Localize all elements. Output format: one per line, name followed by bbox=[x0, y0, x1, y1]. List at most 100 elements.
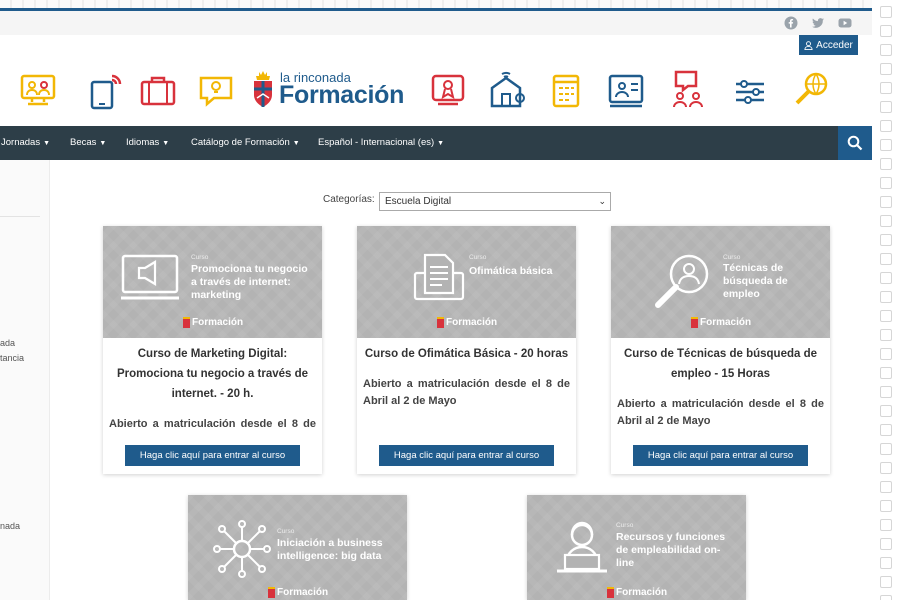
decorative-glyph bbox=[880, 462, 892, 474]
facebook-icon[interactable] bbox=[784, 16, 798, 30]
calendar-icon[interactable] bbox=[546, 70, 586, 110]
youtube-icon[interactable] bbox=[838, 16, 852, 30]
course-image[interactable]: Curso Recursos y funciones de empleabili… bbox=[527, 495, 746, 600]
card-kicker: Curso bbox=[191, 254, 209, 261]
decorative-glyph bbox=[880, 500, 892, 512]
nav-label: Jornadas bbox=[1, 137, 41, 148]
nav-item-idiomas[interactable]: Idiomas ▼ bbox=[126, 126, 169, 160]
laptop-user-icon bbox=[553, 519, 611, 575]
sidebar-fragment[interactable]: tancia bbox=[0, 353, 24, 363]
caret-down-icon: ▼ bbox=[437, 140, 445, 147]
course-image[interactable]: Curso Promociona tu negocio a través de … bbox=[103, 226, 322, 338]
sidebar bbox=[0, 160, 50, 600]
twitter-icon[interactable] bbox=[811, 16, 825, 30]
video-conference-icon[interactable] bbox=[18, 70, 58, 110]
card-description: Abierto a matriculación desde el 8 de Ab… bbox=[617, 398, 824, 427]
nav-item-jornadas[interactable]: Jornadas ▼ bbox=[1, 126, 50, 160]
card-kicker: Curso bbox=[277, 528, 295, 535]
card-brand-text: Formación bbox=[446, 317, 498, 328]
decorative-glyph bbox=[880, 177, 892, 189]
enter-course-button[interactable]: Haga clic aquí para entrar al curso bbox=[379, 445, 554, 466]
card-brand: Formación bbox=[268, 587, 328, 598]
decorative-glyph bbox=[880, 576, 892, 588]
logo-main-text: Formación bbox=[279, 81, 405, 109]
user-icon bbox=[804, 40, 813, 50]
decorative-glyph bbox=[880, 557, 892, 569]
card-brand: Formación bbox=[607, 587, 667, 598]
lightbulb-chat-icon[interactable] bbox=[196, 70, 236, 110]
site-logo[interactable]: la rinconada Formación bbox=[252, 68, 414, 112]
decorative-glyph bbox=[880, 6, 892, 18]
decorative-glyph bbox=[880, 215, 892, 227]
nav-label: Español - Internacional (es) bbox=[318, 137, 435, 148]
nav-item-becas[interactable]: Becas ▼ bbox=[70, 126, 106, 160]
card-brand-text: Formación bbox=[616, 587, 668, 598]
sidebar-divider bbox=[0, 216, 40, 217]
card-brand-text: Formación bbox=[700, 317, 752, 328]
caret-down-icon: ▼ bbox=[43, 140, 51, 147]
decorative-glyph bbox=[880, 63, 892, 75]
category-select[interactable]: Escuela Digital ⌄ bbox=[379, 192, 611, 211]
login-button[interactable]: Acceder bbox=[799, 35, 858, 55]
login-label: Acceder bbox=[816, 39, 853, 51]
service-icon-row bbox=[0, 70, 872, 116]
course-image[interactable]: Curso Ofimática básica Formación bbox=[357, 226, 576, 338]
top-pattern bbox=[0, 0, 872, 8]
card-title: Curso de Ofimática Básica - 20 horas bbox=[364, 348, 569, 360]
nav-label: Idiomas bbox=[126, 137, 160, 148]
enter-course-button[interactable]: Haga clic aquí para entrar al curso bbox=[633, 445, 808, 466]
nav-item-catalogo[interactable]: Catálogo de Formación ▼ bbox=[191, 126, 300, 160]
decorative-glyph bbox=[880, 595, 892, 600]
decorative-glyph bbox=[880, 120, 892, 132]
decorative-glyph bbox=[880, 367, 892, 379]
decorative-glyph bbox=[880, 44, 892, 56]
course-card: Curso Promociona tu negocio a través de … bbox=[103, 226, 322, 474]
nav-item-language[interactable]: Español - Internacional (es) ▼ bbox=[318, 126, 444, 160]
card-brand: Formación bbox=[437, 317, 497, 328]
network-icon bbox=[212, 519, 272, 579]
certificate-icon[interactable] bbox=[428, 70, 468, 110]
decorative-glyph bbox=[880, 519, 892, 531]
card-title: Curso de Técnicas de búsqueda de empleo … bbox=[624, 348, 817, 380]
social-bar bbox=[0, 11, 872, 35]
megaphone-icon bbox=[121, 254, 179, 302]
sidebar-fragment[interactable]: nada bbox=[0, 521, 20, 531]
decorative-glyph bbox=[880, 538, 892, 550]
search-icon bbox=[847, 135, 863, 151]
course-image[interactable]: Curso Iniciación a business intelligence… bbox=[188, 495, 407, 600]
sidebar-fragment[interactable]: ada bbox=[0, 338, 15, 348]
decorative-glyph bbox=[880, 329, 892, 341]
decorative-glyph bbox=[880, 253, 892, 265]
caret-down-icon: ▼ bbox=[292, 140, 300, 147]
decorative-glyph bbox=[880, 443, 892, 455]
decorative-glyph bbox=[880, 424, 892, 436]
briefcase-icon[interactable] bbox=[138, 70, 178, 110]
enter-course-button[interactable]: Haga clic aquí para entrar al curso bbox=[125, 445, 300, 466]
card-brand: Formación bbox=[691, 317, 751, 328]
nav-label: Becas bbox=[70, 137, 97, 148]
card-kicker: Curso bbox=[616, 522, 634, 529]
search-button[interactable] bbox=[838, 126, 872, 160]
decorative-glyph bbox=[880, 291, 892, 303]
course-image[interactable]: Curso Técnicas de búsqueda de empleo For… bbox=[611, 226, 830, 338]
decorative-glyph bbox=[880, 481, 892, 493]
crest-icon bbox=[183, 317, 190, 328]
crest-icon bbox=[254, 71, 272, 107]
tablet-wifi-icon[interactable] bbox=[86, 70, 126, 110]
search-globe-icon[interactable] bbox=[792, 70, 832, 110]
card-title: Curso de Marketing Digital: Promociona t… bbox=[116, 348, 309, 400]
decorative-glyph bbox=[880, 139, 892, 151]
crest-icon bbox=[607, 587, 614, 598]
card-brand: Formación bbox=[183, 317, 243, 328]
card-brand-text: Formación bbox=[192, 317, 244, 328]
caret-down-icon: ▼ bbox=[162, 140, 170, 147]
card-description: Abierto a matriculación desde el 8 de Ab… bbox=[363, 378, 570, 407]
school-wifi-icon[interactable] bbox=[488, 70, 528, 110]
card-image-title: Ofimática básica bbox=[469, 265, 553, 277]
sliders-icon[interactable] bbox=[730, 70, 770, 110]
online-course-icon[interactable] bbox=[606, 70, 646, 110]
chevron-down-icon: ⌄ bbox=[598, 196, 606, 206]
meeting-chat-icon[interactable] bbox=[668, 70, 708, 110]
user-search-icon bbox=[653, 252, 711, 310]
decorative-glyph bbox=[880, 158, 892, 170]
